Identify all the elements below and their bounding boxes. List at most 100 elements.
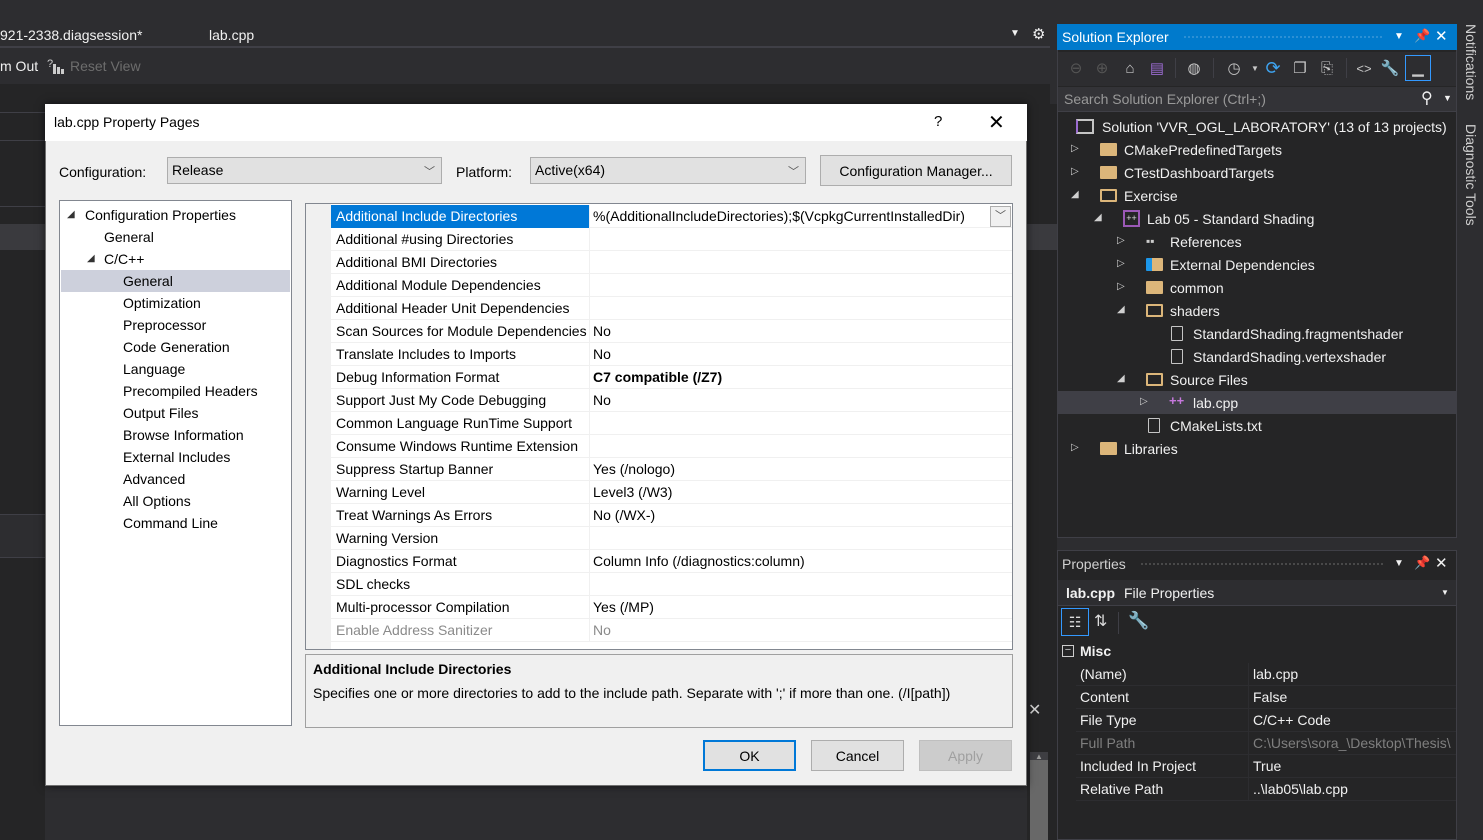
property-grid-row[interactable]: Warning Level Level3 (/W3) xyxy=(331,481,1012,504)
property-pages-icon[interactable]: 🔧 xyxy=(1128,611,1149,631)
property-grid-row[interactable]: Support Just My Code Debugging No xyxy=(331,389,1012,412)
property-grid-row[interactable]: Diagnostics Format Column Info (/diagnost… xyxy=(331,550,1012,573)
property-grid-row[interactable]: Additional #using Directories xyxy=(331,228,1012,251)
gear-icon[interactable]: ⚙ xyxy=(1032,25,1045,43)
close-icon[interactable]: ✕ xyxy=(1028,700,1041,720)
preview-selected-items-icon[interactable]: ▁ xyxy=(1405,55,1431,81)
doc-tab-diagsession[interactable]: 921-2338.diagsession* xyxy=(0,27,142,43)
search-input[interactable]: Search Solution Explorer (Ctrl+;) xyxy=(1064,91,1266,107)
property-grid-row[interactable]: Treat Warnings As Errors No (/WX-) xyxy=(331,504,1012,527)
pin-icon[interactable]: 📌 xyxy=(1414,28,1430,44)
expanded-arrow-icon[interactable]: ◢ xyxy=(1117,304,1125,315)
expanded-arrow-icon[interactable]: ◢ xyxy=(1094,212,1102,223)
category-item[interactable]: General xyxy=(61,226,290,248)
category-item[interactable]: Command Line xyxy=(61,512,290,534)
side-tab-diagnostic-tools[interactable]: Diagnostic Tools xyxy=(1463,124,1479,226)
drag-grip[interactable] xyxy=(1140,562,1385,567)
property-value[interactable]: C7 compatible (/Z7) xyxy=(593,369,988,385)
property-grid-row[interactable]: Additional Include Directories %(Addition… xyxy=(331,205,1012,228)
doc-tab-lab-cpp[interactable]: lab.cpp xyxy=(209,27,254,43)
property-value[interactable]: No xyxy=(593,392,988,408)
collapse-all-icon[interactable]: ❐ xyxy=(1290,58,1310,78)
property-grid-row[interactable]: Additional BMI Directories xyxy=(331,251,1012,274)
scrollbar-thumb[interactable] xyxy=(1030,760,1048,840)
property-value[interactable]: No xyxy=(593,346,988,362)
category-item[interactable]: Precompiled Headers xyxy=(61,380,290,402)
expanded-arrow-icon[interactable]: ◢ xyxy=(67,204,75,226)
property-grid-row[interactable]: Warning Version xyxy=(331,527,1012,550)
category-item[interactable]: ◢ C/C++ xyxy=(61,248,290,270)
property-value[interactable]: True xyxy=(1253,758,1453,774)
drag-grip[interactable] xyxy=(1183,35,1383,40)
window-position-dropdown-icon[interactable]: ▼ xyxy=(1394,31,1404,42)
platform-select[interactable]: Active(x64) ﹀ xyxy=(530,157,806,184)
category-item[interactable]: Output Files xyxy=(61,402,290,424)
tree-item[interactable]: StandardShading.fragmentshader xyxy=(1058,322,1456,345)
tree-item[interactable]: ▷ common xyxy=(1058,276,1456,299)
tree-item[interactable]: ▷ Libraries xyxy=(1058,437,1456,460)
collapsed-arrow-icon[interactable]: ▷ xyxy=(1117,281,1125,292)
expanded-arrow-icon[interactable]: ◢ xyxy=(1117,373,1125,384)
close-button[interactable]: ✕ xyxy=(988,110,1005,135)
property-row[interactable]: Content False xyxy=(1076,686,1456,709)
forward-icon[interactable]: ⊕ xyxy=(1092,58,1112,78)
search-icon[interactable]: ⚲ xyxy=(1421,88,1433,108)
collapsed-arrow-icon[interactable]: ▷ xyxy=(1071,442,1079,453)
back-icon[interactable]: ⊖ xyxy=(1066,58,1086,78)
property-value[interactable]: ..\lab05\lab.cpp xyxy=(1253,781,1453,797)
value-dropdown-button[interactable]: ﹀ xyxy=(990,206,1011,227)
property-grid-row[interactable]: Additional Header Unit Dependencies xyxy=(331,297,1012,320)
configuration-select[interactable]: Release ﹀ xyxy=(167,157,442,184)
category-item[interactable]: General xyxy=(61,270,290,292)
property-value[interactable]: lab.cpp xyxy=(1253,666,1453,682)
property-grid-row[interactable]: Consume Windows Runtime Extension xyxy=(331,435,1012,458)
property-value[interactable]: Column Info (/diagnostics:column) xyxy=(593,553,988,569)
expanded-arrow-icon[interactable]: ◢ xyxy=(1071,189,1079,200)
reset-view-button[interactable]: Reset View xyxy=(70,58,141,74)
window-position-dropdown-icon[interactable]: ▼ xyxy=(1394,558,1404,569)
property-value[interactable]: Yes (/MP) xyxy=(593,599,988,615)
view-code-icon[interactable]: <> xyxy=(1354,58,1374,78)
property-grid-row[interactable]: Suppress Startup Banner Yes (/nologo) xyxy=(331,458,1012,481)
tree-item[interactable]: ◢ Exercise xyxy=(1058,184,1456,207)
property-row[interactable]: Relative Path ..\lab05\lab.cpp xyxy=(1076,778,1456,801)
tab-list-dropdown-icon[interactable]: ▼ xyxy=(1010,28,1020,39)
categorized-icon[interactable]: ☷ xyxy=(1061,608,1089,636)
collapsed-arrow-icon[interactable]: ▷ xyxy=(1071,166,1079,177)
category-item[interactable]: Optimization xyxy=(61,292,290,314)
close-icon[interactable]: ✕ xyxy=(1435,554,1448,572)
category-item[interactable]: Browse Information xyxy=(61,424,290,446)
switch-views-icon[interactable]: ▤ xyxy=(1147,58,1167,78)
pending-changes-dropdown-icon[interactable]: ▼ xyxy=(1245,58,1265,78)
home-icon[interactable]: ⌂ xyxy=(1120,58,1140,78)
search-options-dropdown-icon[interactable]: ▼ xyxy=(1443,93,1452,103)
pending-changes-icon[interactable]: ◷ xyxy=(1224,58,1244,78)
tree-item[interactable]: Solution 'VVR_OGL_LABORATORY' (13 of 13 … xyxy=(1058,115,1456,138)
property-value[interactable]: %(AdditionalIncludeDirectories);$(VcpkgC… xyxy=(593,208,988,224)
property-grid-row[interactable]: Enable Address Sanitizer No xyxy=(331,619,1012,642)
collapsed-arrow-icon[interactable]: ▷ xyxy=(1117,235,1125,246)
pin-icon[interactable]: 📌 xyxy=(1414,555,1430,571)
tree-item[interactable]: ▷ ▪▪ References xyxy=(1058,230,1456,253)
tree-item[interactable]: ◢ ++ Lab 05 - Standard Shading xyxy=(1058,207,1456,230)
property-grid-row[interactable]: Multi-processor Compilation Yes (/MP) xyxy=(331,596,1012,619)
close-icon[interactable]: ✕ xyxy=(1435,27,1448,45)
property-grid-row[interactable]: Common Language RunTime Support xyxy=(331,412,1012,435)
property-row[interactable]: (Name) lab.cpp xyxy=(1076,663,1456,686)
side-tab-notifications[interactable]: Notifications xyxy=(1463,24,1479,100)
ok-button[interactable]: OK xyxy=(703,740,796,771)
collapsed-arrow-icon[interactable]: ▷ xyxy=(1117,258,1125,269)
category-item[interactable]: All Options xyxy=(61,490,290,512)
property-row[interactable]: File Type C/C++ Code xyxy=(1076,709,1456,732)
collapsed-arrow-icon[interactable]: ▷ xyxy=(1140,396,1148,407)
property-row[interactable]: Included In Project True xyxy=(1076,755,1456,778)
collapse-category-icon[interactable]: − xyxy=(1062,645,1074,657)
properties-wrench-icon[interactable]: 🔧 xyxy=(1380,58,1400,78)
property-grid-row[interactable]: Additional Module Dependencies xyxy=(331,274,1012,297)
property-grid-row[interactable]: Translate Includes to Imports No xyxy=(331,343,1012,366)
sync-icon[interactable]: ⟳ xyxy=(1263,58,1283,78)
category-item[interactable]: Code Generation xyxy=(61,336,290,358)
property-value[interactable]: Level3 (/W3) xyxy=(593,484,988,500)
configuration-manager-button[interactable]: Configuration Manager... xyxy=(820,155,1012,186)
tree-item[interactable]: ◢ shaders xyxy=(1058,299,1456,322)
